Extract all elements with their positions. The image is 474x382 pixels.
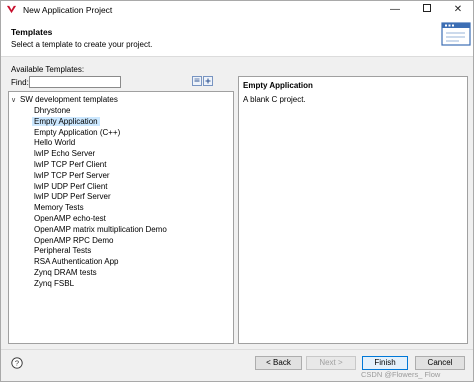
help-icon[interactable]: ? — [11, 357, 23, 369]
chevron-down-icon[interactable]: ∨ — [11, 96, 20, 107]
close-button[interactable]: ✕ — [444, 2, 472, 18]
watermark: CSDN @Flowers_ Flow — [361, 370, 441, 379]
template-item[interactable]: Empty Application (C++) — [9, 128, 233, 139]
templates-tree[interactable]: ∨ SW development templates Dhrystone Empty… — [8, 91, 234, 344]
wizard-header: Templates Select a template to create yo… — [1, 19, 473, 57]
template-item-label: Memory Tests — [34, 203, 84, 213]
template-item-label: lwIP TCP Perf Client — [34, 159, 107, 169]
template-item[interactable]: OpenAMP matrix multiplication Demo — [9, 225, 233, 236]
template-item[interactable]: lwIP UDP Perf Client — [9, 182, 233, 193]
template-item-label: lwIP TCP Perf Server — [34, 170, 110, 180]
template-item[interactable]: lwIP TCP Perf Server — [9, 171, 233, 182]
maximize-icon — [423, 4, 431, 13]
next-button[interactable]: Next > — [306, 356, 356, 370]
template-item[interactable]: lwIP TCP Perf Client — [9, 160, 233, 171]
vitis-logo-icon — [6, 5, 17, 14]
template-item[interactable]: Dhrystone — [9, 106, 233, 117]
description-text: A blank C project. — [243, 95, 306, 104]
template-item-label: Empty Application (C++) — [34, 127, 121, 137]
cancel-button[interactable]: Cancel — [415, 356, 465, 370]
template-item-label: OpenAMP matrix multiplication Demo — [34, 224, 167, 234]
template-item[interactable]: OpenAMP echo-test — [9, 214, 233, 225]
template-item[interactable]: Empty Application — [9, 116, 233, 128]
title-bar[interactable]: New Application Project — ✕ — [1, 1, 473, 19]
back-button[interactable]: < Back — [255, 356, 302, 370]
template-item[interactable]: Peripheral Tests — [9, 246, 233, 257]
template-item-label: Peripheral Tests — [34, 246, 92, 256]
template-item-label: Hello World — [34, 138, 76, 148]
template-item[interactable]: lwIP UDP Perf Server — [9, 192, 233, 203]
template-item[interactable]: Zynq FSBL — [9, 279, 233, 290]
template-description-panel: Empty Application A blank C project. — [238, 76, 468, 344]
template-item-label: lwIP Echo Server — [34, 149, 96, 159]
template-item[interactable]: OpenAMP RPC Demo — [9, 236, 233, 247]
template-item[interactable]: lwIP Echo Server — [9, 149, 233, 160]
collapse-all-icon[interactable] — [192, 76, 202, 86]
available-templates-label: Available Templates: — [11, 65, 85, 74]
dialog-window: New Application Project — ✕ Templates Se… — [0, 0, 474, 382]
template-item[interactable]: Hello World — [9, 138, 233, 149]
window-title: New Application Project — [23, 5, 113, 15]
page-title: Templates — [11, 27, 53, 37]
template-item-label: Zynq DRAM tests — [34, 267, 97, 277]
finish-button[interactable]: Finish — [362, 356, 408, 370]
template-list: Dhrystone Empty Application Empty Applicat… — [9, 106, 233, 290]
footer-divider — [1, 349, 473, 350]
template-item-label: RSA Authentication App — [34, 257, 119, 267]
template-item-label: lwIP UDP Perf Server — [34, 192, 111, 202]
tree-root-label: SW development templates — [20, 95, 118, 104]
minimize-button[interactable]: — — [381, 2, 409, 18]
tree-root-item[interactable]: ∨ SW development templates — [11, 95, 118, 106]
expand-all-icon[interactable] — [203, 76, 213, 86]
maximize-button[interactable] — [413, 2, 441, 18]
template-item-label: OpenAMP echo-test — [34, 213, 106, 223]
template-item-label: Empty Application — [32, 116, 100, 126]
description-title: Empty Application — [243, 81, 313, 90]
template-item-label: lwIP UDP Perf Client — [34, 181, 108, 191]
template-item[interactable]: Memory Tests — [9, 203, 233, 214]
find-label: Find: — [11, 78, 29, 87]
find-input[interactable] — [29, 76, 121, 88]
template-item[interactable]: RSA Authentication App — [9, 257, 233, 268]
wizard-banner-icon — [441, 22, 471, 46]
template-item-label: Zynq FSBL — [34, 278, 75, 288]
svg-text:?: ? — [15, 359, 19, 368]
template-item[interactable]: Zynq DRAM tests — [9, 268, 233, 279]
page-description: Select a template to create your project… — [11, 40, 153, 49]
template-item-label: OpenAMP RPC Demo — [34, 235, 114, 245]
template-item-label: Dhrystone — [34, 106, 71, 115]
